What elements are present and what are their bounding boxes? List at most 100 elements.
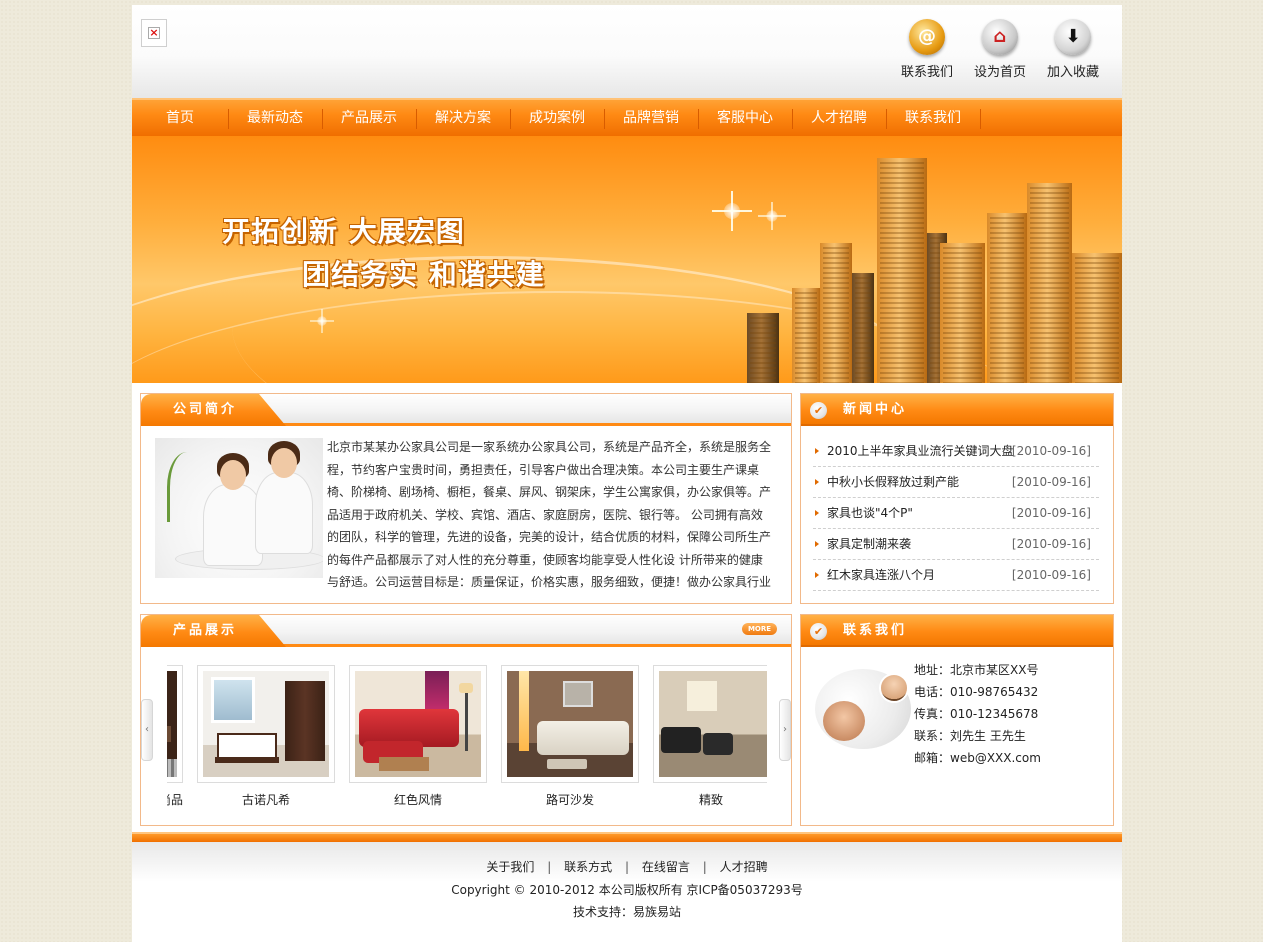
- news-date: [2010-09-16]: [1011, 475, 1091, 489]
- news-panel-title: 新闻中心: [843, 402, 908, 417]
- product-image-frame[interactable]: [167, 665, 183, 783]
- product-item[interactable]: 精致: [653, 665, 767, 808]
- products-panel-header: 产品展示 MORE: [141, 615, 791, 647]
- building: [747, 313, 779, 383]
- building: [940, 243, 985, 383]
- footer-link-about[interactable]: 关于我们: [486, 860, 534, 874]
- product-image-frame[interactable]: [197, 665, 335, 783]
- news-title[interactable]: 红木家具连涨八个月: [827, 568, 935, 582]
- nav-item-news[interactable]: 最新动态: [228, 100, 322, 136]
- download-arrow-icon: ⬇: [1055, 19, 1091, 55]
- about-panel: 公司简介 北京市某某办公家具公司是一家系统办公家具公司，系统是产品齐全，系统是服…: [140, 393, 792, 604]
- news-title[interactable]: 家具也谈"4个P": [827, 506, 913, 520]
- product-name[interactable]: 古诺凡希: [197, 791, 335, 808]
- contact-panel-title: 联系我们: [843, 623, 908, 638]
- bullet-arrow-icon: [815, 510, 819, 516]
- contact-panel-header: ✔ 联系我们: [801, 615, 1113, 647]
- contact-email[interactable]: 邮箱：web@XXX.com: [914, 747, 1041, 769]
- banner-slogan-line1: 开拓创新 大展宏图: [222, 215, 465, 248]
- site-header: × @ 联系我们 ⌂ 设为首页 ⬇ 加入收藏: [132, 5, 1122, 98]
- footer-separator: |: [624, 860, 630, 874]
- scroll-right-button[interactable]: ›: [779, 699, 791, 761]
- product-name[interactable]: 路可沙发: [501, 791, 639, 808]
- top-link-label: 联系我们: [900, 65, 953, 80]
- product-item[interactable]: 路可沙发: [501, 665, 639, 808]
- set-homepage-top-link[interactable]: ⌂ 设为首页: [965, 19, 1035, 80]
- nav-divider: [980, 109, 981, 129]
- building: [1072, 253, 1122, 383]
- product-image-frame[interactable]: [349, 665, 487, 783]
- news-item[interactable]: 家具也谈"4个P" [2010-09-16]: [813, 498, 1099, 529]
- about-photo: [155, 438, 323, 578]
- footer-separator: |: [547, 860, 552, 874]
- about-description: 北京市某某办公家具公司是一家系统办公家具公司，系统是产品齐全，系统是服务全程，节…: [327, 440, 772, 589]
- news-list: 2010上半年家具业流行关键词大盘 [2010-09-16] 中秋小长假释放过剩…: [813, 436, 1099, 591]
- more-button[interactable]: MORE: [742, 623, 777, 635]
- building: [987, 213, 1027, 383]
- nav-item-products[interactable]: 产品展示: [322, 100, 416, 136]
- nav-item-home[interactable]: 首页: [132, 100, 228, 136]
- footer-links: 关于我们 | 联系方式 | 在线留言 | 人才招聘: [132, 858, 1122, 875]
- product-image[interactable]: [167, 671, 177, 777]
- products-panel-title: 产品展示: [173, 623, 238, 638]
- product-image[interactable]: [507, 671, 633, 777]
- news-item[interactable]: 中秋小长假释放过剩产能 [2010-09-16]: [813, 467, 1099, 498]
- footer-bar: [132, 832, 1122, 842]
- product-item[interactable]: 尚品: [167, 665, 183, 808]
- add-favorite-top-link[interactable]: ⬇ 加入收藏: [1038, 19, 1108, 80]
- nav-item-jobs[interactable]: 人才招聘: [792, 100, 886, 136]
- nav-item-service[interactable]: 客服中心: [698, 100, 792, 136]
- main-nav: 首页 最新动态 产品展示 解决方案 成功案例 品牌营销 客服中心 人才招聘 联系…: [132, 98, 1122, 136]
- news-item[interactable]: 红木家具连涨八个月 [2010-09-16]: [813, 560, 1099, 591]
- product-name[interactable]: 红色风情: [349, 791, 487, 808]
- product-image[interactable]: [203, 671, 329, 777]
- check-circle-icon: ✔: [810, 402, 827, 419]
- news-item[interactable]: 家具定制潮来袭 [2010-09-16]: [813, 529, 1099, 560]
- contact-photo: [815, 661, 915, 751]
- news-title[interactable]: 中秋小长假释放过剩产能: [827, 475, 959, 489]
- bullet-arrow-icon: [815, 479, 819, 485]
- contact-panel: ✔ 联系我们 地址：北京市某区XX号 电话：010-98765432 传真：01…: [800, 614, 1114, 826]
- nav-item-solutions[interactable]: 解决方案: [416, 100, 510, 136]
- product-image-frame[interactable]: [653, 665, 767, 783]
- product-image[interactable]: [355, 671, 481, 777]
- product-item[interactable]: 红色风情: [349, 665, 487, 808]
- footer-separator: |: [702, 860, 707, 874]
- contact-person: 联系：刘先生 王先生: [914, 729, 1026, 743]
- scroll-left-button[interactable]: ‹: [141, 699, 153, 761]
- news-date: [2010-09-16]: [1011, 444, 1091, 458]
- contact-info: 地址：北京市某区XX号 电话：010-98765432 传真：010-12345…: [914, 659, 1041, 769]
- product-image-frame[interactable]: [501, 665, 639, 783]
- product-item[interactable]: 古诺凡希: [197, 665, 335, 808]
- home-page-icon: ⌂: [982, 19, 1018, 55]
- sparkle-decoration: [712, 191, 752, 231]
- check-circle-icon: ✔: [810, 623, 827, 640]
- about-panel-header: 公司简介: [141, 394, 791, 426]
- footer-link-jobs[interactable]: 人才招聘: [720, 860, 768, 874]
- product-image[interactable]: [659, 671, 767, 777]
- product-name[interactable]: 尚品: [167, 791, 183, 808]
- news-title[interactable]: 家具定制潮来袭: [827, 537, 911, 551]
- contact-phone: 电话：010-98765432: [914, 685, 1039, 699]
- product-name[interactable]: 精致: [653, 791, 767, 808]
- hero-banner: 开拓创新 大展宏图 团结务实 和谐共建: [132, 136, 1122, 383]
- person-figure: [203, 453, 263, 566]
- bullet-arrow-icon: [815, 541, 819, 547]
- sparkle-decoration: [310, 309, 334, 333]
- news-item[interactable]: 2010上半年家具业流行关键词大盘 [2010-09-16]: [813, 436, 1099, 467]
- footer-link-contact[interactable]: 联系方式: [564, 860, 612, 874]
- plant-decoration: [167, 452, 207, 522]
- nav-item-contact[interactable]: 联系我们: [886, 100, 980, 136]
- broken-logo-image[interactable]: ×: [141, 19, 167, 47]
- contact-us-top-link[interactable]: @ 联系我们: [892, 19, 962, 80]
- nav-item-brand[interactable]: 品牌营销: [604, 100, 698, 136]
- news-date: [2010-09-16]: [1011, 568, 1091, 582]
- page-container: × @ 联系我们 ⌂ 设为首页 ⬇ 加入收藏 首页 最新动态 产品展示 解决方案…: [132, 5, 1122, 942]
- building: [877, 158, 927, 383]
- nav-item-cases[interactable]: 成功案例: [510, 100, 604, 136]
- sparkle-decoration: [758, 202, 786, 230]
- email-at-icon: @: [909, 19, 945, 55]
- footer-link-message[interactable]: 在线留言: [642, 860, 690, 874]
- building: [852, 273, 874, 383]
- news-title[interactable]: 2010上半年家具业流行关键词大盘: [827, 444, 1014, 458]
